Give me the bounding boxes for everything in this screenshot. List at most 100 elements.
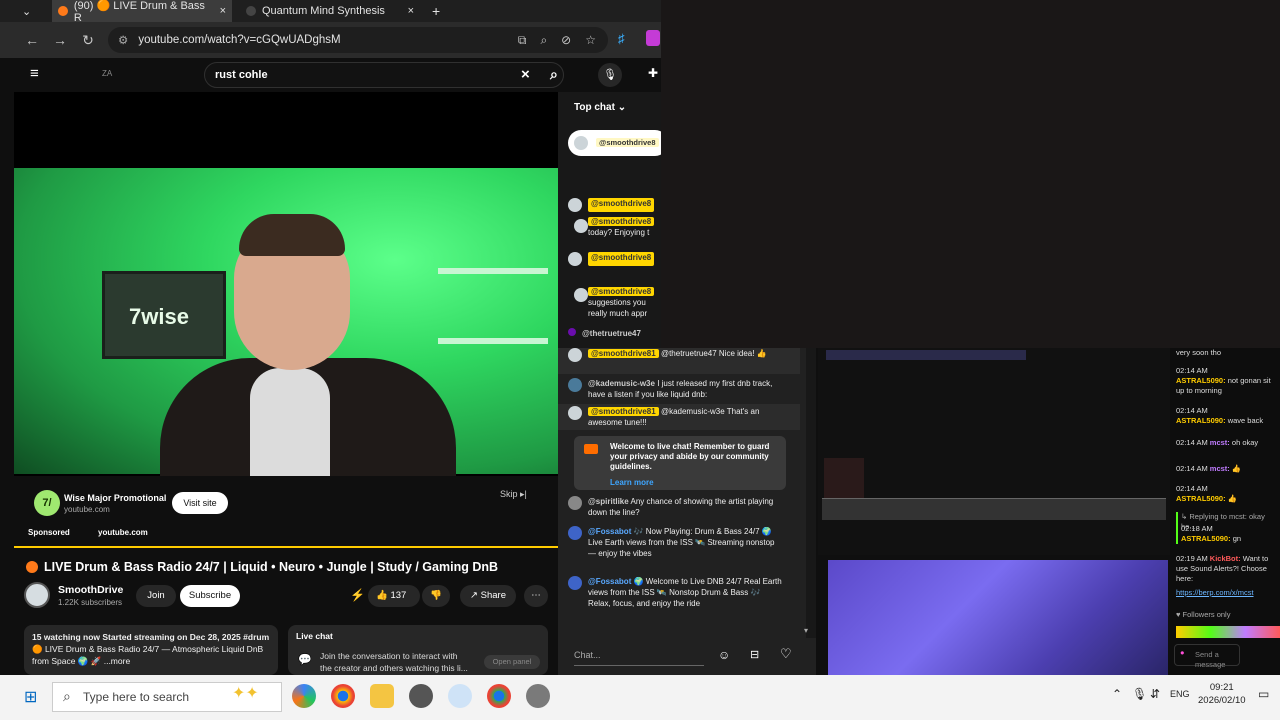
kick-user[interactable]: mcst: (1210, 464, 1230, 473)
chat-user[interactable]: @smoothdrive8 (588, 252, 655, 266)
share-button[interactable]: ↗ Share (460, 585, 516, 607)
open-panel-button[interactable]: Open panel (484, 655, 540, 669)
video-player[interactable]: 7wise (14, 92, 558, 476)
super-chat-icon[interactable]: ⊟ (750, 648, 759, 661)
zoom-icon[interactable]: ⌕ (540, 33, 547, 48)
search-icon[interactable]: ⌕ (550, 66, 558, 83)
kick-user[interactable]: ASTRAL5090: (1176, 376, 1226, 385)
kick-chat-message: 02:19 AM KickBot: Want to use Sound Aler… (1176, 554, 1280, 584)
search-value[interactable]: rust cohle (215, 69, 268, 81)
clock[interactable]: 09:21 2026/02/10 (1198, 681, 1246, 707)
chat-user[interactable]: @kademusic-w3e (588, 379, 655, 388)
chat-user[interactable]: @Fossabot (588, 527, 631, 536)
emoji-icon[interactable]: ☺ (718, 648, 730, 662)
kick-link[interactable]: https://berp.com/x/mcst (1176, 588, 1280, 598)
youtube-icon (584, 444, 598, 454)
channel-name[interactable]: SmoothDrive (58, 584, 123, 596)
tab-list-chevron-icon[interactable]: ⌄ (22, 0, 31, 22)
skip-button[interactable]: Skip ▸| (500, 489, 527, 500)
kick-user[interactable]: ASTRAL5090: (1176, 416, 1226, 425)
top-chat-dropdown[interactable]: Top chat ⌄ (574, 102, 626, 113)
avatar (568, 252, 582, 266)
copilot-icon[interactable] (292, 684, 316, 708)
description-box[interactable]: 15 watching now Started streaming on Dec… (24, 625, 278, 675)
tab-youtube[interactable]: (90) 🟠 LIVE Drum & Bass R × (52, 0, 232, 24)
forward-icon[interactable]: → (46, 32, 74, 48)
top-chat-label: Top chat (574, 102, 615, 113)
kick-user[interactable]: KickBot: (1210, 554, 1241, 563)
windows-start-icon[interactable]: ⊞ (24, 687, 37, 707)
notifications-icon[interactable]: ▭ (1258, 687, 1269, 701)
bookmark-star-icon[interactable]: ☆ (585, 33, 596, 48)
new-tab-button[interactable]: + (432, 0, 440, 22)
tab-quantum[interactable]: Quantum Mind Synthesis × (240, 0, 420, 22)
advertiser-logo[interactable]: 7/ (34, 490, 60, 516)
channel-avatar[interactable] (24, 582, 50, 608)
kick-user[interactable]: ASTRAL5090: (1176, 494, 1226, 503)
heart-icon[interactable]: ♡ (780, 646, 792, 662)
search-input[interactable]: rust cohle × ⌕ (204, 62, 564, 88)
site-info-icon[interactable]: ⚙ (118, 33, 128, 47)
reload-icon[interactable]: ↻ (74, 32, 102, 49)
advertiser-name[interactable]: Wise Major Promotional (64, 493, 166, 503)
language-indicator[interactable]: ENG (1170, 689, 1190, 699)
chrome-icon[interactable] (331, 684, 355, 708)
address-bar[interactable]: ⚙ youtube.com/watch?v=cGQwUADghsM ⧉ ⌕ ⊘ … (108, 27, 608, 53)
extension-purple-icon[interactable] (646, 30, 660, 46)
game-stream-window[interactable] (818, 348, 1170, 555)
chat-user[interactable]: @spiritlike (588, 497, 629, 506)
create-icon[interactable]: ✚ (648, 66, 658, 80)
obs-icon[interactable] (409, 684, 433, 708)
chat-message: @smoothdrive8 today? Enjoying t (588, 216, 655, 238)
visit-site-button[interactable]: Visit site (172, 492, 228, 514)
emote-row[interactable] (1176, 626, 1280, 638)
app-icon[interactable] (526, 684, 550, 708)
chat-user[interactable]: @Fossabot (588, 577, 631, 586)
file-explorer-icon[interactable] (370, 684, 394, 708)
chat-user[interactable]: @smoothdrive8 (588, 217, 655, 226)
chat-user[interactable]: @smoothdrive81 (588, 407, 659, 416)
microphone-tray-icon[interactable]: 🎙 (1132, 687, 1147, 701)
chat-user[interactable]: @smoothdrive8 (588, 198, 655, 212)
close-tab-icon[interactable]: × (220, 5, 232, 17)
subscribe-button[interactable]: Subscribe (180, 585, 240, 607)
kick-user[interactable]: mcst: (1210, 438, 1230, 447)
video-frame[interactable]: 7wise (14, 168, 558, 476)
back-icon[interactable]: ← (18, 32, 46, 48)
clear-search-icon[interactable]: × (521, 66, 530, 83)
dislike-button[interactable]: 👎 (422, 585, 450, 607)
app-icon[interactable] (448, 684, 472, 708)
chrome-profile-icon[interactable] (487, 684, 511, 708)
tray-chevron-icon[interactable]: ⌃ (1112, 687, 1122, 701)
live-chat-messages: @smoothdrive81 @thetruetrue47 Nice idea!… (558, 348, 816, 675)
learn-more-link[interactable]: Learn more (610, 478, 778, 488)
chat-user[interactable]: @smoothdrive8 (588, 287, 655, 296)
menu-icon[interactable]: ≡ (30, 65, 39, 82)
chat-input[interactable]: Chat... (574, 644, 704, 666)
network-icon[interactable]: ⇵ (1150, 687, 1160, 701)
cast-icon[interactable]: ⧉ (518, 33, 527, 48)
chat-message: @kademusic-w3e I just released my first … (568, 378, 782, 400)
eye-off-icon[interactable]: ⊘ (561, 33, 571, 48)
chat-user[interactable]: @smoothdrive81 (588, 349, 659, 358)
live-chat-card: Live chat 💬 Join the conversation to int… (288, 625, 548, 675)
pinned-message[interactable]: @smoothdrive8 (568, 130, 661, 156)
purple-video-window[interactable] (828, 560, 1168, 675)
scroll-down-icon[interactable]: ▾ (804, 626, 808, 635)
thanks-icon[interactable]: ⚡ (350, 588, 365, 602)
url-text[interactable]: youtube.com/watch?v=cGQwUADghsM (138, 34, 340, 46)
ad-progress-bar (14, 546, 558, 548)
kick-chat-panel: very soon tho 02:14 AM ASTRAL5090: not go… (1170, 348, 1280, 675)
skip-label: Skip (500, 489, 518, 499)
game-toolbar[interactable] (822, 498, 1166, 520)
chat-user[interactable]: @thetruetrue47 (582, 328, 641, 339)
chat-scrollbar[interactable] (806, 348, 816, 638)
more-actions-button[interactable]: ⋯ (524, 585, 548, 607)
kick-user[interactable]: ASTRAL5090: (1181, 534, 1231, 543)
microphone-icon[interactable]: 🎙 (598, 63, 622, 87)
chat-message: @Fossabot 🎶 Now Playing: Drum & Bass 24/… (568, 526, 782, 559)
like-button[interactable]: 👍 137 (368, 585, 420, 607)
close-tab-icon[interactable]: × (408, 5, 420, 17)
extension-icon[interactable]: ♯ (618, 31, 625, 46)
join-button[interactable]: Join (136, 585, 176, 607)
